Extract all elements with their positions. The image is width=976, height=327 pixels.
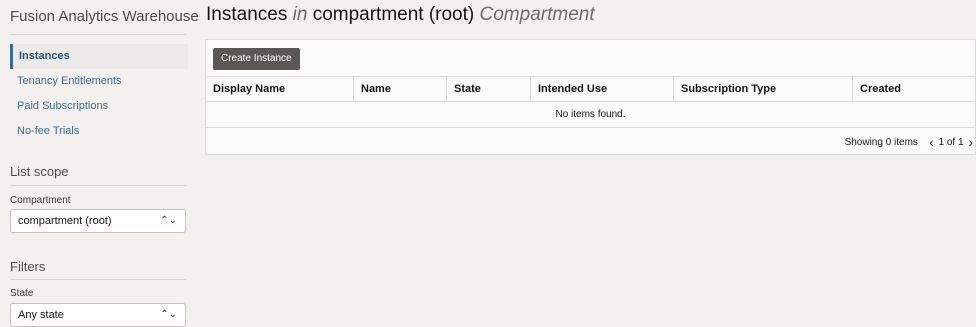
- sidebar-item-paid-subscriptions[interactable]: Paid Subscriptions: [10, 94, 188, 119]
- compartment-label: Compartment: [10, 195, 71, 206]
- column-header-name[interactable]: Name: [353, 77, 446, 101]
- chevron-right-icon[interactable]: ›: [968, 134, 973, 150]
- divider: [10, 279, 186, 280]
- state-select[interactable]: Any state ⌃⌄: [10, 303, 186, 327]
- app-title: Fusion Analytics Warehouse: [10, 8, 199, 25]
- column-header-intended-use[interactable]: Intended Use: [530, 77, 673, 101]
- page-title: Instances in compartment (root) Compartm…: [206, 4, 595, 26]
- sidebar: Fusion Analytics Warehouse Instances Ten…: [0, 0, 199, 327]
- sidebar-item-instances[interactable]: Instances: [10, 44, 188, 69]
- chevron-updown-icon: ⌃⌄: [160, 215, 177, 226]
- sidebar-item-tenancy-entitlements[interactable]: Tenancy Entitlements: [10, 69, 188, 94]
- filters-heading: Filters: [10, 259, 46, 274]
- page-title-prefix: Instances: [206, 4, 288, 25]
- compartment-select[interactable]: compartment (root) ⌃⌄: [10, 209, 186, 233]
- page-title-in: in: [292, 4, 308, 25]
- list-scope-heading: List scope: [10, 164, 69, 179]
- divider: [10, 185, 186, 186]
- column-header-state[interactable]: State: [446, 77, 530, 101]
- create-instance-button[interactable]: Create Instance: [213, 48, 300, 70]
- pagination-summary: Showing 0 items: [844, 137, 918, 148]
- sidebar-item-no-fee-trials[interactable]: No-fee Trials: [10, 119, 188, 144]
- chevron-updown-icon: ⌃⌄: [160, 309, 177, 320]
- pagination: Showing 0 items ‹ 1 of 1 ›: [845, 134, 973, 150]
- chevron-left-icon[interactable]: ‹: [929, 134, 934, 150]
- column-header-subscription-type[interactable]: Subscription Type: [673, 77, 852, 101]
- column-header-created[interactable]: Created: [852, 77, 976, 101]
- column-header-display-name[interactable]: Display Name: [206, 77, 353, 101]
- table-header: Display Name Name State Intended Use Sub…: [206, 76, 975, 102]
- page-indicator: 1 of 1: [938, 137, 964, 148]
- page-title-compartment: compartment (root): [312, 4, 475, 25]
- empty-message: No items found.: [206, 102, 975, 128]
- sidebar-nav: Instances Tenancy Entitlements Paid Subs…: [10, 44, 188, 144]
- divider: [10, 34, 186, 35]
- compartment-select-value: compartment (root): [18, 215, 112, 227]
- state-label: State: [10, 288, 34, 299]
- page-title-suffix: Compartment: [479, 4, 595, 25]
- instances-panel: Create Instance Display Name Name State …: [205, 39, 976, 155]
- state-select-value: Any state: [18, 309, 64, 321]
